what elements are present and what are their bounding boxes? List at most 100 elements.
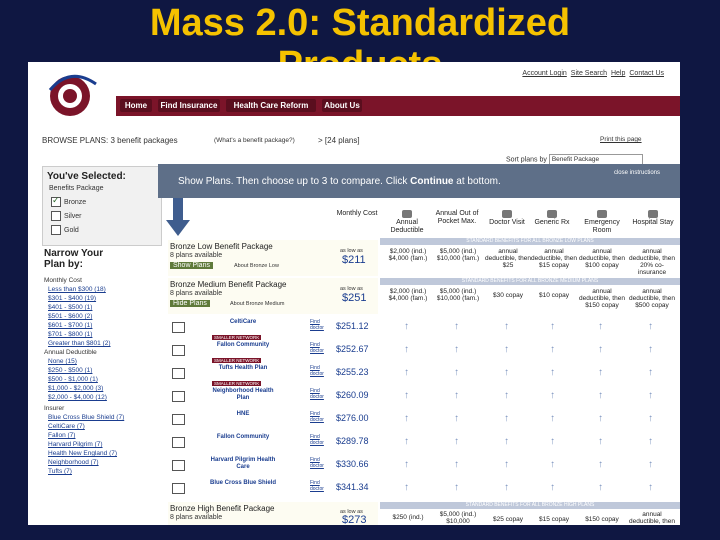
- benefit-cell: $30 copay: [493, 292, 523, 299]
- filter-item[interactable]: $2,000 - $4,000 (12): [44, 393, 164, 402]
- benefit-cell: $150 copay: [585, 516, 619, 523]
- health-connector-screenshot: Account Login Site Search Help Contact U…: [28, 62, 680, 525]
- hide-plans-link[interactable]: Hide Plans: [170, 300, 210, 307]
- find-doctor-link[interactable]: Find doctor: [310, 388, 326, 400]
- find-doctor-link[interactable]: Find doctor: [310, 411, 326, 423]
- show-plans-link[interactable]: Show Plans: [170, 262, 213, 269]
- instructions-text: Show Plans. Then choose up to 3 to compa…: [178, 176, 501, 187]
- smaller-network-tag: SMALLER NETWORK: [212, 381, 262, 386]
- same-as-standard-arrow-icon: ↑: [550, 367, 555, 378]
- filter-item[interactable]: Less than $300 (18): [44, 285, 164, 294]
- filter-item[interactable]: Greater than $801 (2): [44, 339, 164, 348]
- package-name: Bronze Low Benefit Package: [170, 242, 273, 251]
- insurer-logo: Harvard Pilgrim Health Care: [210, 457, 276, 470]
- benefit-cell: annual deductible, then $100 copay: [579, 248, 625, 269]
- same-as-standard-arrow-icon: ↑: [598, 459, 603, 470]
- same-as-standard-arrow-icon: ↑: [504, 436, 509, 447]
- print-page-link[interactable]: Print this page: [600, 136, 642, 143]
- plan-select-checkbox[interactable]: [172, 391, 185, 402]
- plan-select-checkbox[interactable]: [172, 414, 185, 425]
- find-doctor-link[interactable]: Find doctor: [310, 457, 326, 469]
- health-connector-logo: [48, 74, 97, 116]
- same-as-standard-arrow-icon: ↑: [648, 413, 653, 424]
- find-doctor-link[interactable]: Find doctor: [310, 365, 326, 377]
- filter-item[interactable]: Fallon (7): [44, 431, 164, 440]
- nav-home[interactable]: Home: [120, 99, 152, 112]
- insurer-logo: Blue Cross Blue Shield: [209, 480, 276, 486]
- nav-health-care-reform[interactable]: Health Care Reform: [226, 99, 316, 112]
- same-as-standard-arrow-icon: ↑: [550, 436, 555, 447]
- filter-item[interactable]: Health New England (7): [44, 449, 164, 458]
- filter-item[interactable]: $500 - $1,000 (1): [44, 375, 164, 384]
- col-generic-rx: Generic Rx: [532, 210, 572, 227]
- plan-select-checkbox[interactable]: [172, 437, 185, 448]
- package-price: $251: [342, 292, 367, 304]
- same-as-standard-arrow-icon: ↑: [454, 482, 459, 493]
- filter-item[interactable]: Neighborhood (7): [44, 458, 164, 467]
- plan-select-checkbox[interactable]: [172, 322, 185, 333]
- ambulance-icon: [597, 210, 607, 218]
- plan-select-checkbox[interactable]: [172, 460, 185, 471]
- account-login-link[interactable]: Account Login: [522, 70, 566, 77]
- filter-item[interactable]: Blue Cross Blue Shield (7): [44, 413, 164, 422]
- nav-about-us[interactable]: About Us: [322, 99, 362, 112]
- down-arrow-icon: [166, 198, 190, 236]
- filter-item[interactable]: $401 - $500 (1): [44, 303, 164, 312]
- same-as-standard-arrow-icon: ↑: [598, 413, 603, 424]
- silver-checkbox[interactable]: [51, 211, 61, 221]
- bronze-checkbox[interactable]: [51, 195, 61, 207]
- nav-find-insurance[interactable]: Find Insurance: [158, 99, 220, 112]
- gold-option[interactable]: Gold: [51, 225, 79, 235]
- insurer-logo: Tufts Health Plan: [218, 365, 268, 371]
- help-link[interactable]: Help: [611, 70, 625, 77]
- silver-option[interactable]: Silver: [51, 211, 82, 221]
- filter-item[interactable]: Harvard Pilgrim (7): [44, 440, 164, 449]
- plan-select-checkbox[interactable]: [172, 368, 185, 379]
- plan-select-checkbox[interactable]: [172, 345, 185, 356]
- filter-item[interactable]: $301 - $400 (19): [44, 294, 164, 303]
- same-as-standard-arrow-icon: ↑: [550, 321, 555, 332]
- contact-us-link[interactable]: Contact Us: [629, 70, 664, 77]
- insurer-logo: Neighborhood Health Plan: [212, 388, 274, 401]
- monthly-cost-filter: Monthly Cost Less than $300 (18) $301 - …: [44, 276, 164, 348]
- find-doctor-link[interactable]: Find doctor: [310, 434, 326, 446]
- find-doctor-link[interactable]: Find doctor: [310, 480, 326, 492]
- same-as-standard-arrow-icon: ↑: [504, 321, 509, 332]
- find-doctor-link[interactable]: Find doctor: [310, 342, 326, 354]
- benefit-cell: annual deductible, then $15 copay: [531, 248, 577, 269]
- plan-select-checkbox[interactable]: [172, 483, 185, 494]
- filter-item[interactable]: $601 - $700 (1): [44, 321, 164, 330]
- browse-plans-label: BROWSE PLANS: 3 benefit packages: [42, 136, 178, 145]
- same-as-standard-arrow-icon: ↑: [504, 390, 509, 401]
- benefit-cell: annual deductible, then 20% co-insurance: [629, 248, 675, 276]
- plan-price: $252.67: [336, 344, 369, 354]
- find-doctor-link[interactable]: Find doctor: [310, 319, 326, 331]
- what-is-benefit-package-link[interactable]: (What's a benefit package?): [214, 137, 295, 144]
- site-header: Account Login Site Search Help Contact U…: [28, 62, 680, 120]
- filter-item[interactable]: None (15): [44, 357, 164, 366]
- same-as-standard-arrow-icon: ↑: [598, 482, 603, 493]
- plan-price: $341.34: [336, 482, 369, 492]
- about-bronze-low-link[interactable]: About Bronze Low: [234, 263, 279, 269]
- about-bronze-medium-link[interactable]: About Bronze Medium: [230, 301, 284, 307]
- filter-item[interactable]: $250 - $500 (1): [44, 366, 164, 375]
- filter-item[interactable]: Tufts (7): [44, 467, 164, 476]
- filter-item[interactable]: $701 - $800 (1): [44, 330, 164, 339]
- filter-item[interactable]: $501 - $600 (2): [44, 312, 164, 321]
- gold-checkbox[interactable]: [51, 225, 61, 235]
- filter-item[interactable]: CeltiCare (7): [44, 422, 164, 431]
- filter-item[interactable]: $1,000 - $2,000 (3): [44, 384, 164, 393]
- plan-row: Blue Cross Blue Shield Find doctor $341.34…: [168, 477, 680, 499]
- same-as-standard-arrow-icon: ↑: [648, 436, 653, 447]
- site-search-link[interactable]: Site Search: [571, 70, 607, 77]
- bronze-option[interactable]: Bronze: [51, 195, 86, 207]
- benefit-cell: annual deductible, then $25: [485, 248, 531, 269]
- close-instructions-link[interactable]: close instructions: [614, 170, 660, 176]
- same-as-standard-arrow-icon: ↑: [550, 344, 555, 355]
- col-out-of-pocket: Annual Out of Pocket Max.: [435, 210, 479, 225]
- same-as-standard-arrow-icon: ↑: [550, 413, 555, 424]
- browse-plans-bar: BROWSE PLANS: 3 benefit packages (What's…: [28, 134, 680, 148]
- package-name: Bronze High Benefit Package: [170, 504, 275, 513]
- same-as-standard-arrow-icon: ↑: [504, 367, 509, 378]
- same-as-standard-arrow-icon: ↑: [504, 482, 509, 493]
